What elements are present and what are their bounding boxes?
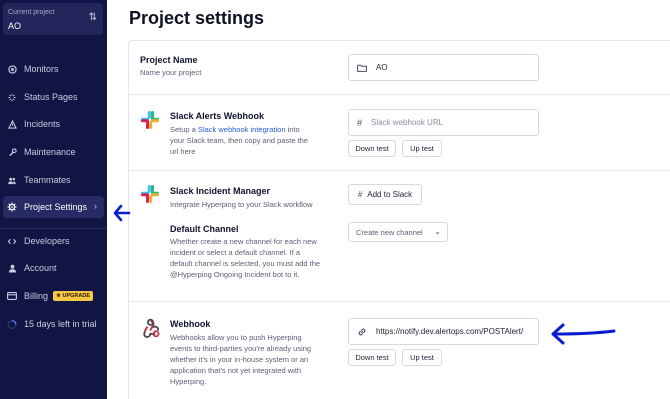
- upgrade-badge[interactable]: ★ UPGRADE: [53, 291, 93, 301]
- slack-down-test-button[interactable]: Down test: [348, 140, 396, 157]
- annotation-arrow-left-icon: [113, 204, 131, 222]
- link-icon: [357, 327, 367, 337]
- sidebar-item-label: Status Pages: [24, 92, 78, 102]
- status-page-icon: [7, 92, 17, 102]
- sidebar-item-label: Billing: [24, 291, 49, 301]
- trial-status-label: 15 days left in trial: [24, 319, 97, 329]
- sidebar-item-status-pages[interactable]: Status Pages: [3, 86, 104, 108]
- sidebar-item-label: Incidents: [24, 119, 61, 129]
- project-name-input[interactable]: AO: [348, 54, 539, 81]
- project-name-value: AO: [376, 63, 388, 72]
- slack-webhook-title: Slack Alerts Webhook: [170, 111, 265, 121]
- sidebar-item-maintenance[interactable]: Maintenance: [3, 141, 104, 163]
- slack-logo-icon: [140, 110, 160, 135]
- sidebar-item-developers[interactable]: Developers: [3, 230, 104, 252]
- default-channel-description: Whether create a new channel for each ne…: [170, 237, 321, 279]
- slack-up-test-button[interactable]: Up test: [402, 140, 442, 157]
- webhook-description: Webhooks allow you to push Hyperping eve…: [170, 333, 312, 386]
- webhook-url-input[interactable]: https://notify.dev.alertops.com/POSTAler…: [348, 318, 539, 345]
- sidebar-item-monitors[interactable]: Monitors: [3, 58, 104, 80]
- swap-vertical-icon: ⇅: [88, 12, 97, 23]
- sidebar-item-label: Monitors: [24, 64, 59, 74]
- sidebar-item-label: Account: [24, 263, 57, 273]
- sidebar-item-project-settings[interactable]: Project Settings ›: [3, 196, 104, 218]
- page-title: Project settings: [129, 8, 265, 28]
- hash-icon: #: [357, 117, 363, 128]
- sidebar-item-label: Developers: [24, 236, 70, 246]
- code-icon: [7, 236, 17, 246]
- chevron-right-icon: ›: [94, 201, 97, 211]
- slack-webhook-url-placeholder: Slack webhook URL: [371, 118, 444, 127]
- sidebar: Current project AO ⇅ Monitors Status Pag…: [0, 0, 107, 399]
- sidebar-divider: [0, 228, 107, 229]
- slack-webhook-integration-link[interactable]: Slack webhook integration: [198, 125, 286, 134]
- gear-icon: [7, 202, 17, 212]
- project-name-description: Name your project: [140, 68, 202, 77]
- sidebar-item-label: Project Settings: [24, 202, 88, 212]
- sidebar-item-account[interactable]: Account: [3, 257, 104, 279]
- slack-logo-icon: [140, 184, 160, 209]
- add-to-slack-button[interactable]: # Add to Slack: [348, 184, 422, 205]
- trial-progress-icon: [7, 319, 17, 329]
- upgrade-badge-label: UPGRADE: [62, 293, 90, 299]
- add-to-slack-label: Add to Slack: [367, 190, 413, 199]
- slack-webhook-description: Setup a Slack webhook integration into y…: [170, 124, 315, 157]
- chevron-down-icon: ⌄: [434, 227, 441, 236]
- webhook-up-test-button[interactable]: Up test: [402, 349, 442, 366]
- slack-webhook-desc-before: Setup a: [170, 125, 198, 134]
- wrench-icon: [7, 147, 17, 157]
- sidebar-item-incidents[interactable]: Incidents: [3, 113, 104, 135]
- project-switcher-caption: Current project: [8, 9, 55, 16]
- slack-incident-title: Slack Incident Manager: [170, 186, 271, 196]
- project-name-title: Project Name: [140, 55, 198, 65]
- annotation-arrow-left-icon: [551, 323, 616, 345]
- webhook-url-value: https://notify.dev.alertops.com/POSTAler…: [376, 327, 524, 336]
- project-switcher-value: AO: [8, 21, 22, 31]
- webhook-title: Webhook: [170, 319, 211, 329]
- default-channel-title: Default Channel: [170, 224, 239, 234]
- sidebar-item-label: Teammates: [24, 175, 71, 185]
- card-icon: [7, 291, 17, 301]
- sidebar-item-label: Maintenance: [24, 147, 76, 157]
- teammates-icon: [7, 175, 17, 185]
- hash-icon: #: [357, 190, 363, 199]
- webhook-logo-icon: [140, 318, 161, 343]
- folder-icon: [357, 64, 367, 72]
- row-divider: [128, 301, 670, 302]
- sidebar-item-billing[interactable]: Billing ★ UPGRADE: [3, 285, 104, 307]
- trial-status: 15 days left in trial: [3, 313, 104, 335]
- row-divider: [128, 170, 670, 171]
- webhook-down-test-button[interactable]: Down test: [348, 349, 396, 366]
- default-channel-value: Create new channel: [356, 227, 423, 237]
- slack-webhook-url-input[interactable]: # Slack webhook URL: [348, 109, 539, 136]
- incident-icon: [7, 119, 17, 129]
- default-channel-select[interactable]: Create new channel ⌄: [348, 222, 448, 242]
- row-divider: [128, 94, 670, 95]
- user-icon: [7, 263, 17, 273]
- slack-incident-description: Integrate Hyperping to your Slack workfl…: [170, 200, 313, 209]
- monitor-icon: [7, 64, 17, 74]
- project-switcher[interactable]: Current project AO ⇅: [3, 3, 103, 35]
- sidebar-item-teammates[interactable]: Teammates: [3, 169, 104, 191]
